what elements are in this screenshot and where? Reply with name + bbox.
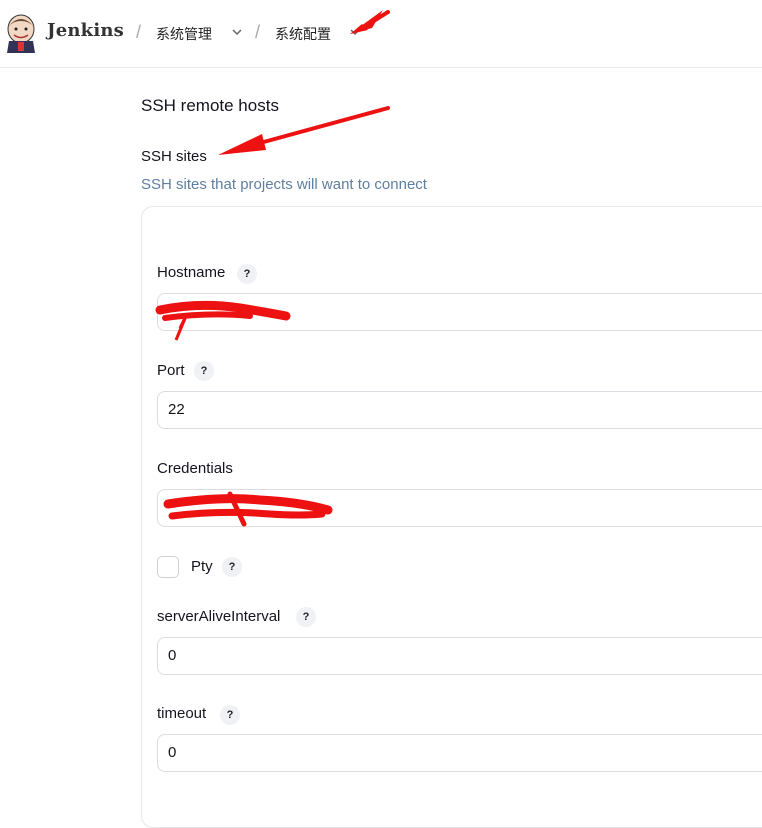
timeout-label: timeout [157,705,207,722]
port-input[interactable]: 22 [157,391,762,429]
hostname-input[interactable] [157,293,762,331]
pty-checkbox[interactable] [157,556,179,578]
port-help-icon[interactable]: ? [194,361,214,381]
pty-help-icon[interactable]: ? [222,557,242,577]
chevron-down-icon[interactable] [348,25,362,39]
server-alive-interval-help-icon[interactable]: ? [296,607,316,627]
credentials-label: Credentials [157,460,233,477]
jenkins-logo-icon[interactable] [3,13,39,53]
section-title: SSH remote hosts [141,96,279,115]
brand-name[interactable]: Jenkins [47,20,124,41]
timeout-help-icon[interactable]: ? [220,705,240,725]
port-label: Port [157,362,185,379]
breadcrumb-separator: / [255,22,261,42]
breadcrumb-system-config[interactable]: 系统配置 [275,24,331,44]
breadcrumb-separator: / [136,22,142,42]
top-header: Jenkins / 系统管理 / 系统配置 [0,0,762,68]
chevron-down-icon[interactable] [230,25,244,39]
server-alive-interval-label: serverAliveInterval [157,608,281,625]
credentials-select[interactable] [157,489,762,527]
server-alive-interval-input[interactable]: 0 [157,637,762,675]
pty-label: Pty [191,558,213,575]
timeout-input[interactable]: 0 [157,734,762,772]
section-description: SSH sites that projects will want to con… [141,176,427,193]
breadcrumb-manage-jenkins[interactable]: 系统管理 [156,24,212,44]
subsection-title: SSH sites [141,148,207,165]
hostname-label: Hostname [157,264,226,281]
hostname-help-icon[interactable]: ? [237,264,257,284]
